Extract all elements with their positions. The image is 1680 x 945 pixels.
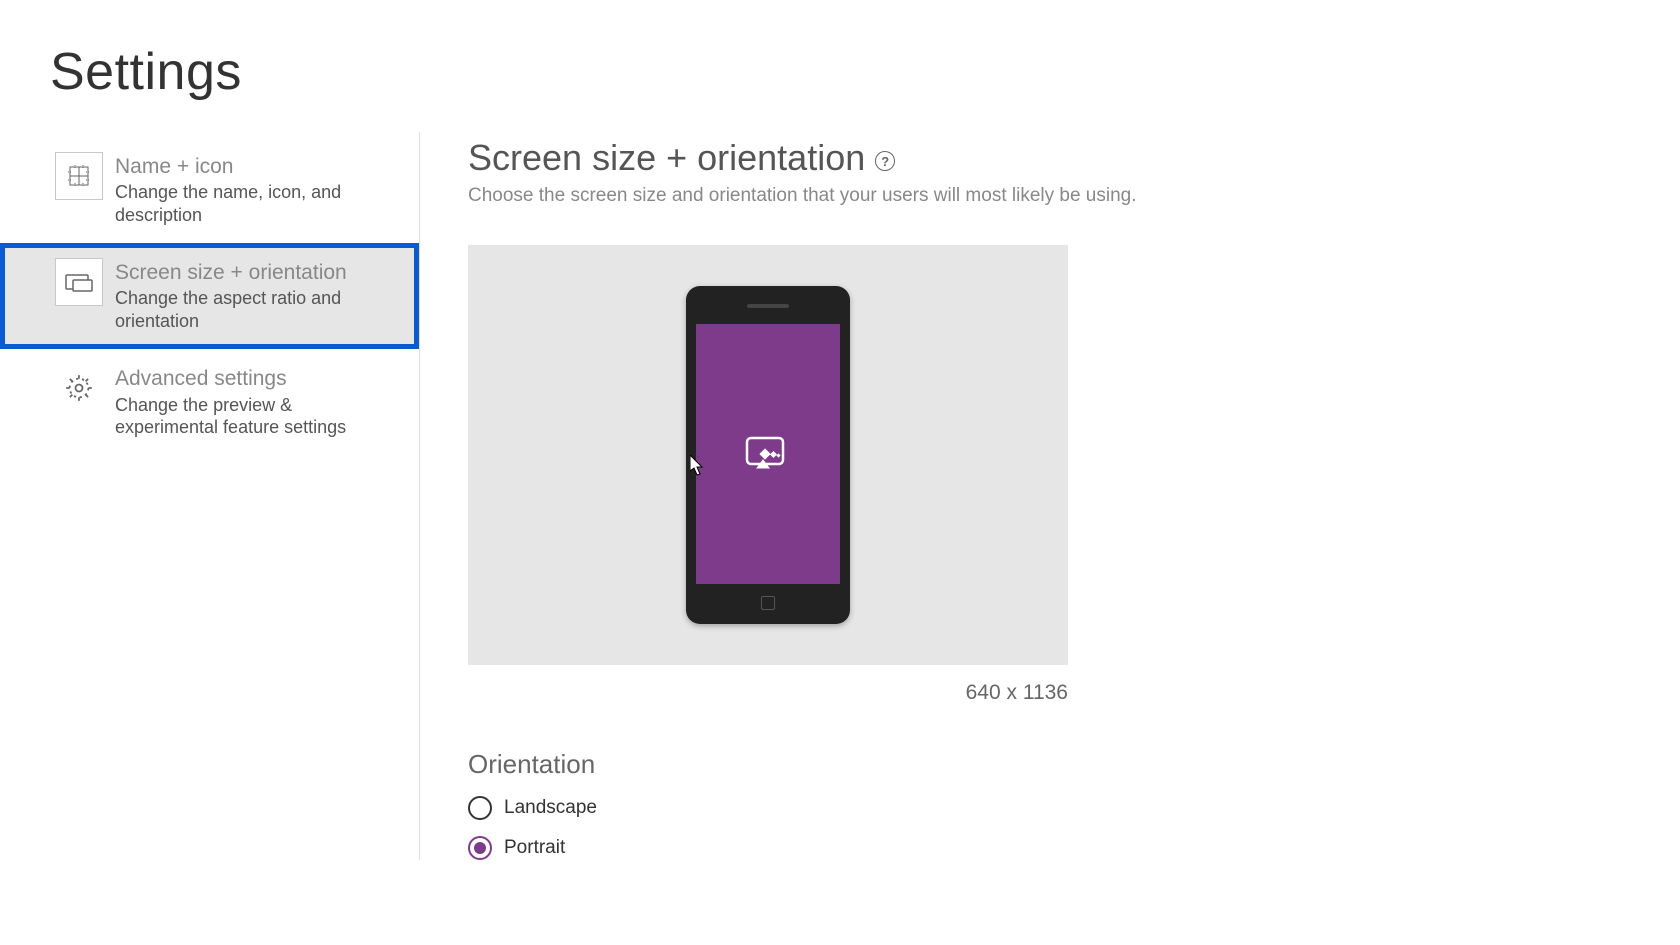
main-description: Choose the screen size and orientation t… (468, 185, 1680, 207)
settings-container: Name + icon Change the name, icon, and d… (0, 132, 1680, 860)
radio-dot (474, 842, 486, 854)
gear-icon (55, 364, 103, 412)
sidebar-item-desc: Change the preview & experimental featur… (115, 394, 398, 439)
sidebar-text: Screen size + orientation Change the asp… (115, 258, 398, 332)
screen-icon (55, 258, 103, 306)
sidebar-item-label: Advanced settings (115, 366, 398, 391)
sidebar-item-screen-size[interactable]: Screen size + orientation Change the asp… (0, 243, 419, 349)
sidebar-item-label: Name + icon (115, 154, 398, 179)
phone-home-button (761, 596, 775, 610)
sidebar-item-name-icon[interactable]: Name + icon Change the name, icon, and d… (0, 137, 419, 243)
radio-label: Portrait (504, 837, 565, 859)
radio-label: Landscape (504, 797, 597, 819)
sidebar-item-desc: Change the name, icon, and description (115, 181, 398, 226)
orientation-label: Orientation (468, 749, 1680, 780)
sidebar: Name + icon Change the name, icon, and d… (0, 132, 420, 860)
screen-preview (468, 245, 1068, 665)
phone-mockup (686, 286, 850, 624)
main-title-row: Screen size + orientation ? (468, 137, 1680, 179)
sidebar-text: Name + icon Change the name, icon, and d… (115, 152, 398, 226)
phone-speaker (747, 304, 789, 308)
main-content: Screen size + orientation ? Choose the s… (420, 132, 1680, 860)
radio-circle-checked (468, 836, 492, 860)
radio-portrait[interactable]: Portrait (468, 836, 1680, 860)
main-title: Screen size + orientation (468, 137, 865, 179)
grid-icon (55, 152, 103, 200)
help-icon[interactable]: ? (875, 151, 895, 171)
radio-circle (468, 796, 492, 820)
page-title: Settings (0, 0, 1680, 102)
screen-dimensions: 640 x 1136 (468, 681, 1068, 705)
sidebar-item-label: Screen size + orientation (115, 260, 398, 285)
sidebar-text: Advanced settings Change the preview & e… (115, 364, 398, 438)
sidebar-item-desc: Change the aspect ratio and orientation (115, 287, 398, 332)
sidebar-item-advanced[interactable]: Advanced settings Change the preview & e… (0, 349, 419, 455)
phone-screen (696, 324, 840, 584)
radio-landscape[interactable]: Landscape (468, 796, 1680, 820)
powerapps-icon (743, 434, 793, 474)
